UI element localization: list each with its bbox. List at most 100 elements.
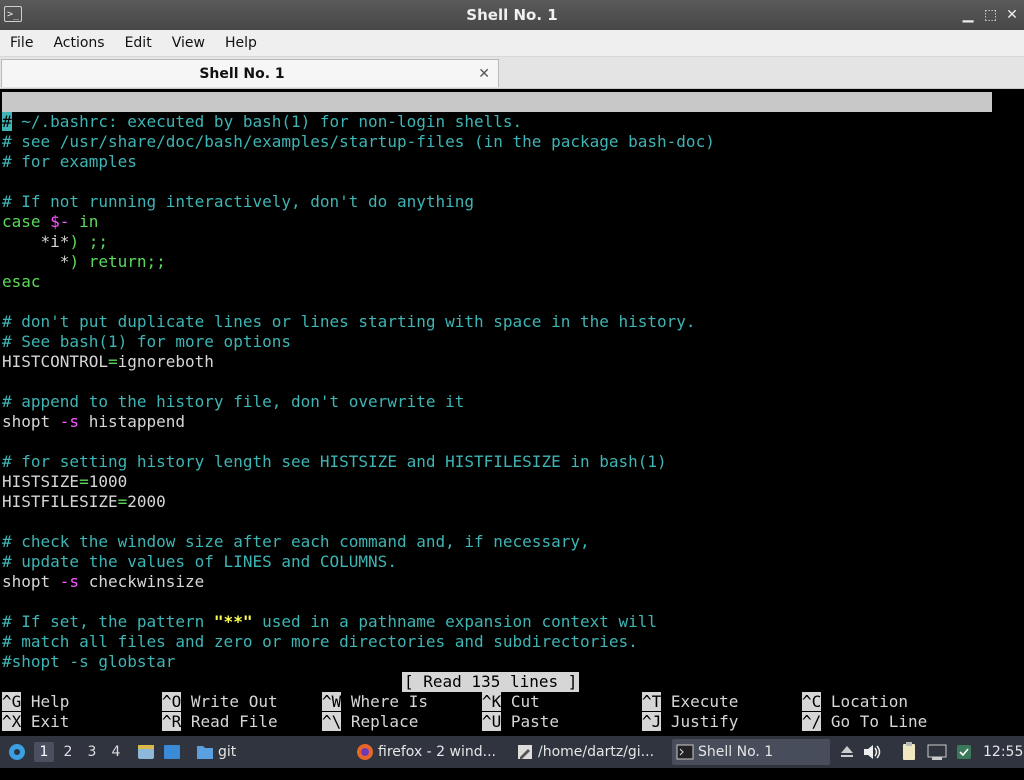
code-token: shopt	[2, 572, 60, 591]
folder-icon	[197, 746, 213, 759]
terminal-scrollbar[interactable]	[994, 90, 1024, 734]
code-line: case $- in	[2, 212, 98, 232]
task-editor[interactable]: /home/dartz/gi...	[512, 739, 667, 765]
task-label: /home/dartz/gi...	[538, 744, 655, 760]
volume-icon[interactable]	[862, 736, 882, 768]
code-token: $-	[50, 212, 70, 231]
task-label: firefox - 2 wind...	[378, 744, 496, 760]
code-token: # don't put duplicate lines or lines sta…	[2, 312, 696, 331]
shortcut-label: Location	[821, 692, 908, 711]
shortcut-key: ^X	[2, 712, 22, 731]
code-token: histappend	[79, 412, 186, 431]
nano-shortcut: ^W Where Is	[322, 692, 428, 712]
file-manager-launcher-icon[interactable]	[136, 736, 156, 768]
code-token: # append to the history file, don't over…	[2, 392, 465, 411]
shortcut-key: ^R	[162, 712, 182, 731]
code-line: # check the window size after each comma…	[2, 532, 590, 552]
code-line: # If not running interactively, don't do…	[2, 192, 474, 212]
code-token: # If not running interactively, don't do…	[2, 192, 475, 211]
tab-title: Shell No. 1	[199, 66, 285, 82]
workspace-1[interactable]: 1	[34, 742, 54, 762]
nano-shortcut: ^C Location	[802, 692, 908, 712]
nano-status: [ Read 135 lines ]	[402, 672, 580, 692]
terminal-icon	[676, 744, 694, 760]
shortcut-label: Write Out	[181, 692, 278, 711]
shortcut-key: ^C	[802, 692, 822, 711]
workspace-3[interactable]: 3	[82, 742, 102, 762]
update-shield-icon[interactable]	[954, 736, 974, 768]
menu-actions[interactable]: Actions	[43, 35, 114, 51]
shortcut-key: ^\	[322, 712, 342, 731]
menu-file[interactable]: File	[0, 35, 43, 51]
clipboard-icon[interactable]	[900, 736, 918, 768]
shortcut-label: Execute	[661, 692, 739, 711]
task-label: Shell No. 1	[698, 744, 774, 760]
task-git[interactable]: git	[192, 739, 342, 765]
menu-view[interactable]: View	[162, 35, 215, 51]
code-line: # If set, the pattern "**" used in a pat…	[2, 612, 657, 632]
task-shell[interactable]: Shell No. 1	[672, 739, 830, 765]
code-token: # for examples	[2, 152, 137, 171]
code-token: # update the values of LINES and COLUMNS…	[2, 552, 397, 571]
shortcut-label: Paste	[501, 712, 560, 731]
nano-shortcut: ^\ Replace	[322, 712, 418, 732]
code-token: HISTCONTROL	[2, 352, 108, 371]
code-line: HISTFILESIZE=2000	[2, 492, 166, 512]
nano-shortcut: ^J Justify	[642, 712, 738, 732]
firefox-icon	[357, 744, 373, 760]
start-menu-icon[interactable]	[6, 736, 28, 768]
nano-header: GNU nano 6.2 .bashrc	[2, 92, 992, 151]
code-token: =	[107, 352, 118, 371]
window-titlebar[interactable]: >_ Shell No. 1 ▁ ⬚ ✕	[0, 0, 1024, 30]
eject-icon[interactable]	[838, 736, 856, 768]
nano-shortcut: ^G Help	[2, 692, 69, 712]
nano-shortcut: ^O Write Out	[162, 692, 278, 712]
nano-shortcut: ^R Read File	[162, 712, 278, 732]
shortcut-key: ^G	[2, 692, 22, 711]
shortcut-label: Justify	[661, 712, 739, 731]
workspace-2[interactable]: 2	[58, 742, 78, 762]
code-line: #shopt -s globstar	[2, 652, 175, 672]
code-token: # See bash(1) for more options	[2, 332, 291, 351]
code-token: ) return;;	[69, 252, 166, 271]
code-line: # append to the history file, don't over…	[2, 392, 464, 412]
clock[interactable]: 12:55	[983, 736, 1023, 768]
menu-help[interactable]: Help	[215, 35, 267, 51]
code-token: *i*	[2, 232, 70, 251]
show-desktop-icon[interactable]	[162, 736, 182, 768]
task-firefox[interactable]: firefox - 2 wind...	[352, 739, 507, 765]
code-line: # See bash(1) for more options	[2, 332, 291, 352]
code-token: used in a pathname expansion context wil…	[252, 612, 658, 631]
minimize-icon[interactable]: ▁	[962, 7, 974, 23]
text-cursor: #	[2, 112, 12, 131]
maximize-icon[interactable]: ⬚	[984, 7, 997, 23]
window-title: Shell No. 1	[466, 6, 558, 24]
code-token: =	[79, 472, 89, 491]
shortcut-label: Cut	[501, 692, 540, 711]
code-token: # for setting history length see HISTSIZ…	[2, 452, 667, 471]
tab-bar: Shell No. 1 ✕	[0, 57, 1024, 89]
code-line: *i*) ;;	[2, 232, 108, 252]
close-icon[interactable]: ✕	[1006, 7, 1018, 23]
menubar: File Actions Edit View Help	[0, 30, 1024, 57]
code-token: HISTFILESIZE	[2, 492, 118, 511]
code-token: checkwinsize	[79, 572, 205, 591]
shortcut-key: ^W	[322, 692, 342, 711]
workspace-4[interactable]: 4	[106, 742, 126, 762]
nano-shortcut: ^K Cut	[482, 692, 540, 712]
nano-shortcut: ^/ Go To Line	[802, 712, 927, 732]
code-line: # see /usr/share/doc/bash/examples/start…	[2, 132, 715, 152]
code-token: in	[69, 212, 99, 231]
shortcut-key: ^T	[642, 692, 662, 711]
task-label: git	[218, 744, 237, 760]
terminal-area[interactable]: GNU nano 6.2 .bashrc # ~/.bashrc: execut…	[0, 90, 1024, 734]
tab-close-icon[interactable]: ✕	[478, 60, 490, 88]
network-icon[interactable]	[926, 736, 948, 768]
code-token: HISTSIZE	[2, 472, 80, 491]
menu-edit[interactable]: Edit	[115, 35, 162, 51]
code-token: 2000	[127, 492, 166, 511]
shortcut-key: ^J	[642, 712, 662, 731]
nano-shortcut: ^U Paste	[482, 712, 559, 732]
tab-shell-1[interactable]: Shell No. 1 ✕	[1, 59, 499, 87]
code-token: =	[117, 492, 128, 511]
